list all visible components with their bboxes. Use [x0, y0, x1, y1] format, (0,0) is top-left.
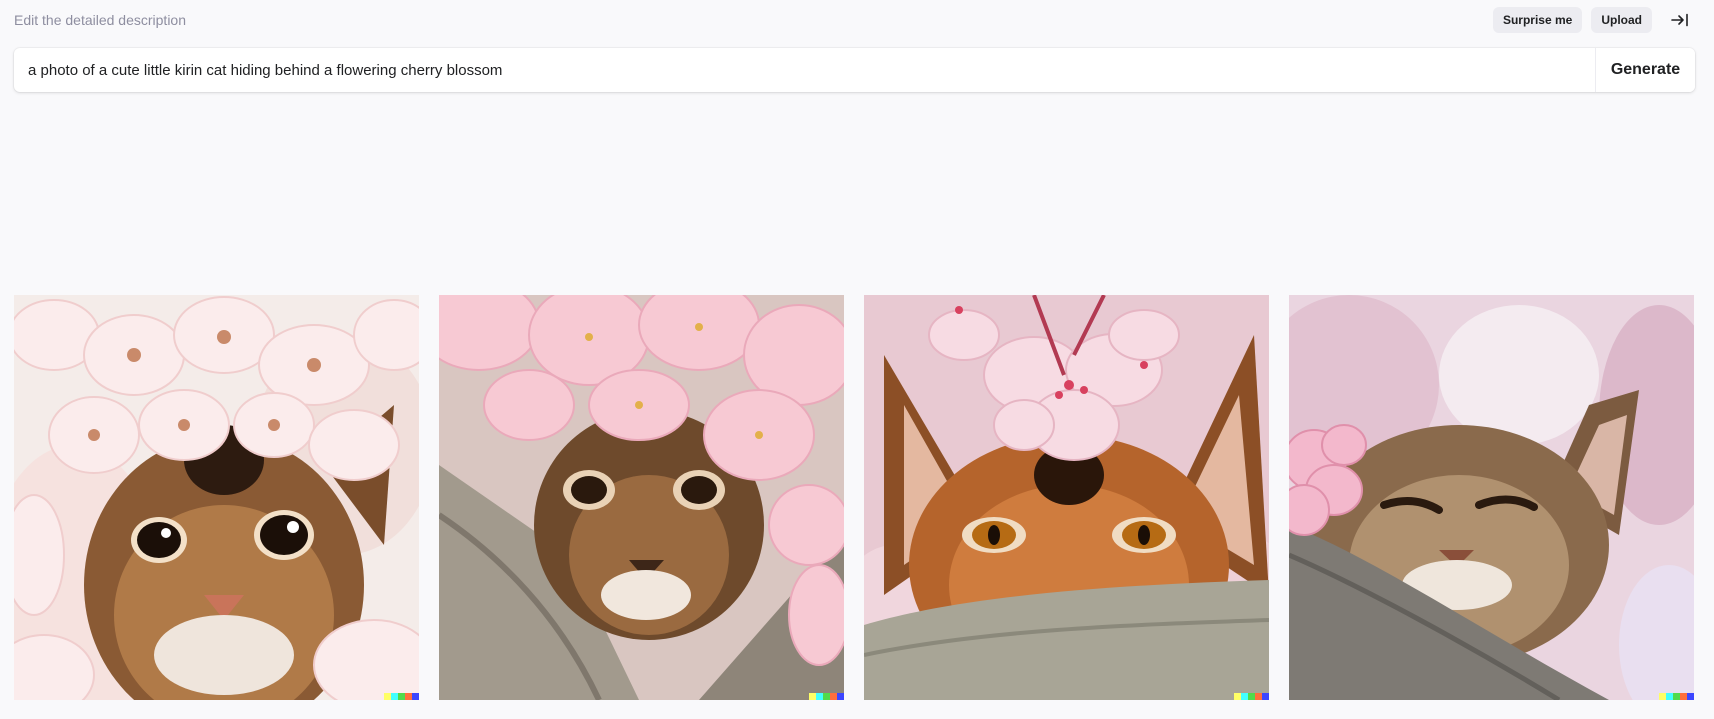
upload-button[interactable]: Upload [1591, 7, 1652, 33]
signature-swatch [1673, 693, 1680, 700]
dalle-signature [809, 693, 844, 700]
prompt-box: Generate [14, 48, 1695, 92]
signature-swatch [1680, 693, 1687, 700]
signature-swatch [405, 693, 412, 700]
signature-swatch [1248, 693, 1255, 700]
prompt-input[interactable] [14, 48, 1595, 92]
signature-swatch [391, 693, 398, 700]
surprise-me-button[interactable]: Surprise me [1492, 7, 1583, 33]
signature-swatch [398, 693, 405, 700]
signature-swatch [1666, 693, 1673, 700]
signature-swatch [1659, 693, 1666, 700]
dalle-signature [1234, 693, 1269, 700]
generated-image-2[interactable] [439, 295, 844, 700]
signature-swatch [830, 693, 837, 700]
kitten-blossom-image [14, 295, 419, 700]
orange-cat-blossom-image [864, 295, 1269, 700]
top-bar: Edit the detailed description Surprise m… [14, 0, 1695, 40]
dalle-signature [1659, 693, 1694, 700]
generate-button[interactable]: Generate [1595, 48, 1695, 92]
generated-image-3[interactable] [864, 295, 1269, 700]
signature-swatch [809, 693, 816, 700]
signature-swatch [1234, 693, 1241, 700]
generated-image-1[interactable] [14, 295, 419, 700]
signature-swatch [1255, 693, 1262, 700]
signature-swatch [1687, 693, 1694, 700]
signature-swatch [816, 693, 823, 700]
dalle-signature [384, 693, 419, 700]
image-gallery [14, 295, 1694, 700]
prompt-label: Edit the detailed description [14, 12, 186, 28]
cat-branch-blossom-image [439, 295, 844, 700]
signature-swatch [412, 693, 419, 700]
signature-swatch [384, 693, 391, 700]
signature-swatch [823, 693, 830, 700]
top-actions: Surprise me Upload [1492, 7, 1695, 33]
generated-image-4[interactable] [1289, 295, 1694, 700]
signature-swatch [1262, 693, 1269, 700]
resting-cat-blossom-image [1289, 295, 1694, 700]
signature-swatch [837, 693, 844, 700]
collapse-right-icon[interactable] [1665, 7, 1695, 33]
signature-swatch [1241, 693, 1248, 700]
